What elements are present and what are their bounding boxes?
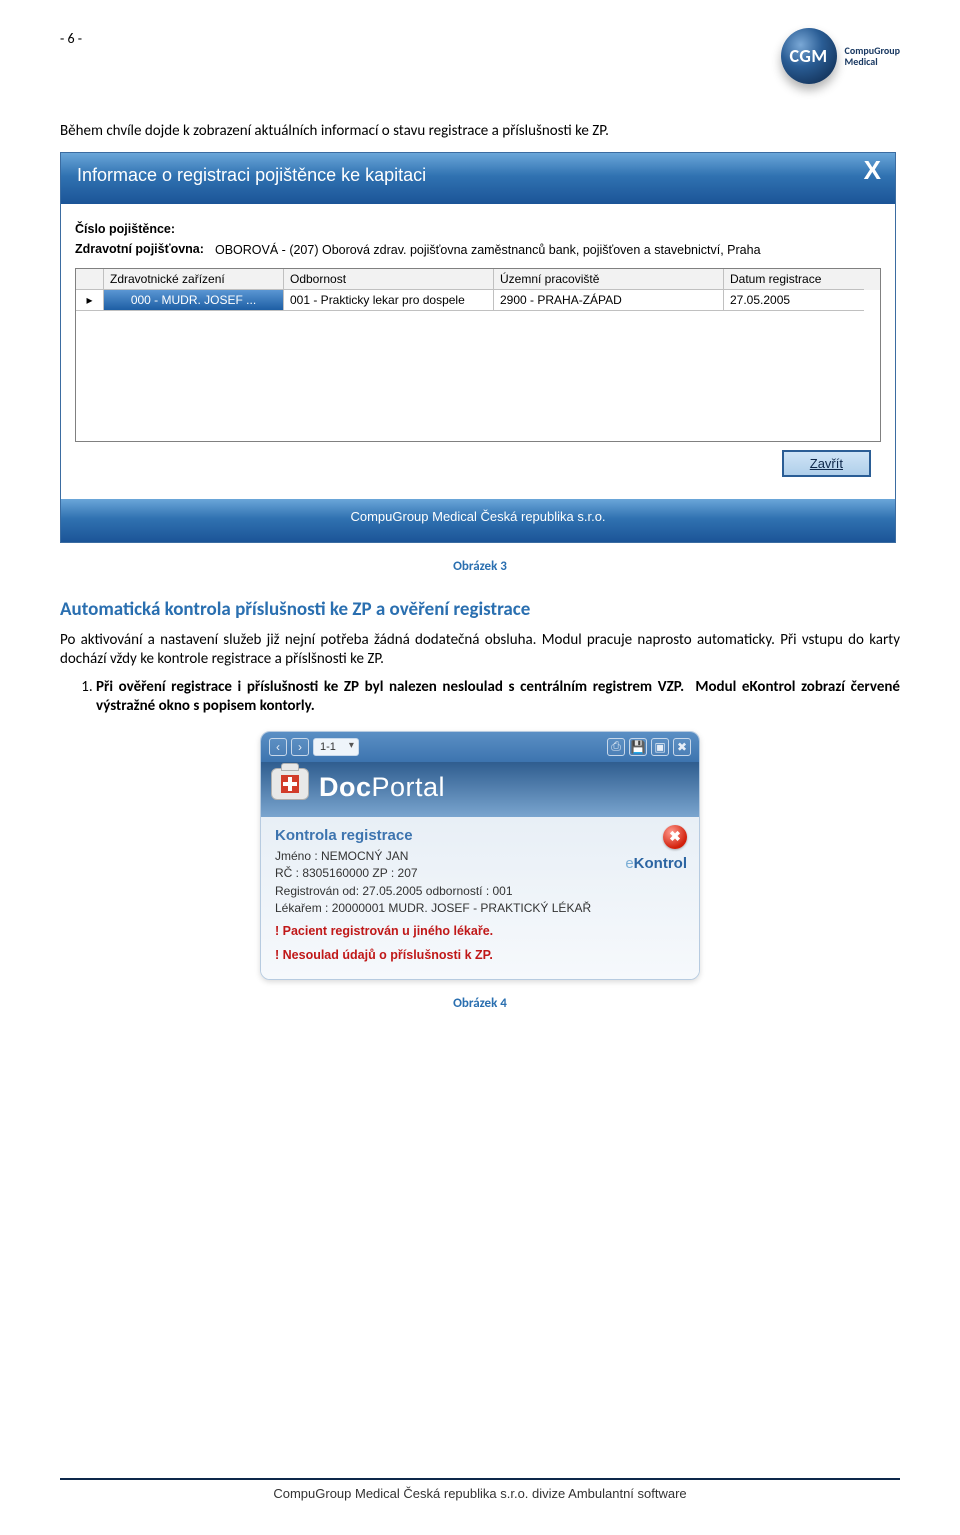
info-line: Registrován od: 27.05.2005 odborností : … (275, 883, 685, 900)
grid-row[interactable]: ▸ 000 - MUDR. JOSEF ... 001 - Prakticky … (76, 290, 880, 311)
docportal-toolbar-right: ⎙ 💾 ▣ ✖ (607, 738, 691, 756)
value-zdravotni-pojistovna: OBOROVÁ - (207) Oborová zdrav. pojišťovn… (215, 242, 881, 258)
grid-header-uzemni: Územní pracoviště (494, 269, 724, 290)
docportal-title-b: Portal (372, 772, 446, 802)
docportal-toolbar-left: ‹ › 1-1 (269, 738, 359, 756)
grid-header: Zdravotnické zařízení Odbornost Územní p… (76, 269, 880, 290)
docportal-title: DocPortal (319, 772, 685, 803)
docportal-header: DocPortal (261, 762, 699, 817)
grid-row-marker-icon: ▸ (76, 290, 104, 311)
logo-text: CompuGroup Medical (845, 45, 900, 68)
value-cislo-pojistence (215, 222, 881, 236)
ekontrol-logo: eKontrol (625, 855, 687, 872)
page-footer: CompuGroup Medical Česká republika s.r.o… (60, 1478, 900, 1501)
logo-orb: CGM (781, 28, 837, 84)
status-error-icon: ✖ (663, 825, 687, 849)
dialog-footer: CompuGroup Medical Česká republika s.r.o… (61, 499, 895, 542)
info-line: Lékařem : 20000001 MUDR. JOSEF - PRAKTIC… (275, 900, 685, 917)
warning-line: ! Pacient registrován u jiného lékaře. (275, 921, 685, 941)
section-paragraph: Po aktivování a nastavení služeb již nej… (60, 631, 900, 670)
logo-abbr: CGM (789, 45, 827, 67)
print-icon[interactable]: ⎙ (607, 738, 625, 756)
window-icon[interactable]: ▣ (651, 738, 669, 756)
grid-cell-zarizeni: 000 - MUDR. JOSEF ... (104, 290, 284, 311)
docportal-body: ✖ eKontrol Kontrola registrace Jméno : N… (261, 817, 699, 980)
dialog-titlebar: Informace o registraci pojištěnce ke kap… (61, 153, 895, 204)
ekontrol-k: Kontrol (634, 855, 687, 872)
section-heading: Automatická kontrola příslušnosti ke ZP … (60, 598, 900, 621)
list-item: Při ověření registrace i příslušnosti ke… (96, 678, 900, 717)
dialog-title-text: Informace o registraci pojištěnce ke kap… (77, 165, 426, 185)
dialog-body: Číslo pojištěnce: Zdravotní pojišťovna: … (61, 204, 895, 499)
label-zdravotni-pojistovna: Zdravotní pojišťovna: (75, 242, 215, 258)
next-page-icon[interactable]: › (291, 738, 309, 756)
docportal-subtitle: Kontrola registrace (275, 827, 685, 844)
warning-line: ! Nesoulad údajů o příslušnosti k ZP. (275, 945, 685, 965)
grid-cell-odbornost: 001 - Prakticky lekar pro dospele (284, 290, 494, 311)
list-item-1-bold: Při ověření registrace i příslušnosti ke… (96, 678, 684, 696)
numbered-list: Při ověření registrace i příslušnosti ke… (96, 678, 900, 717)
grid-header-zarizeni: Zdravotnické zařízení (104, 269, 284, 290)
logo-brand-line2: Medical (845, 56, 900, 68)
ekontrol-e: e (625, 855, 633, 872)
brand-logo: CGM CompuGroup Medical (781, 28, 900, 84)
label-cislo-pojistence: Číslo pojištěnce: (75, 222, 215, 236)
close-button[interactable]: Zavřít (782, 450, 871, 477)
page-number-top: - 6 - (60, 30, 900, 67)
grid-empty-area (76, 311, 880, 441)
registration-grid: Zdravotnické zařízení Odbornost Územní p… (75, 268, 881, 442)
figure-caption-4: Obrázek 4 (60, 996, 900, 1011)
figure-caption-3: Obrázek 3 (60, 559, 900, 574)
docportal-toolbar: ‹ › 1-1 ⎙ 💾 ▣ ✖ (261, 732, 699, 762)
grid-cell-datum: 27.05.2005 (724, 290, 864, 311)
docportal-panel: ‹ › 1-1 ⎙ 💾 ▣ ✖ DocPortal ✖ eKontrol Kon… (260, 731, 700, 981)
prev-page-icon[interactable]: ‹ (269, 738, 287, 756)
grid-header-datum: Datum registrace (724, 269, 864, 290)
registration-info-dialog: Informace o registraci pojištěnce ke kap… (60, 152, 896, 543)
info-line: Jméno : NEMOCNÝ JAN (275, 848, 685, 865)
close-icon[interactable]: ✖ (673, 738, 691, 756)
page-selector[interactable]: 1-1 (313, 738, 359, 756)
medical-bag-icon (271, 768, 309, 800)
close-icon[interactable]: X (864, 155, 881, 186)
intro-paragraph: Během chvíle dojde k zobrazení aktuálníc… (60, 122, 900, 142)
grid-cell-uzemni: 2900 - PRAHA-ZÁPAD (494, 290, 724, 311)
docportal-title-a: Doc (319, 772, 372, 802)
info-line: RČ : 8305160000 ZP : 207 (275, 865, 685, 882)
save-icon[interactable]: 💾 (629, 738, 647, 756)
grid-header-marker (76, 269, 104, 290)
grid-header-odbornost: Odbornost (284, 269, 494, 290)
